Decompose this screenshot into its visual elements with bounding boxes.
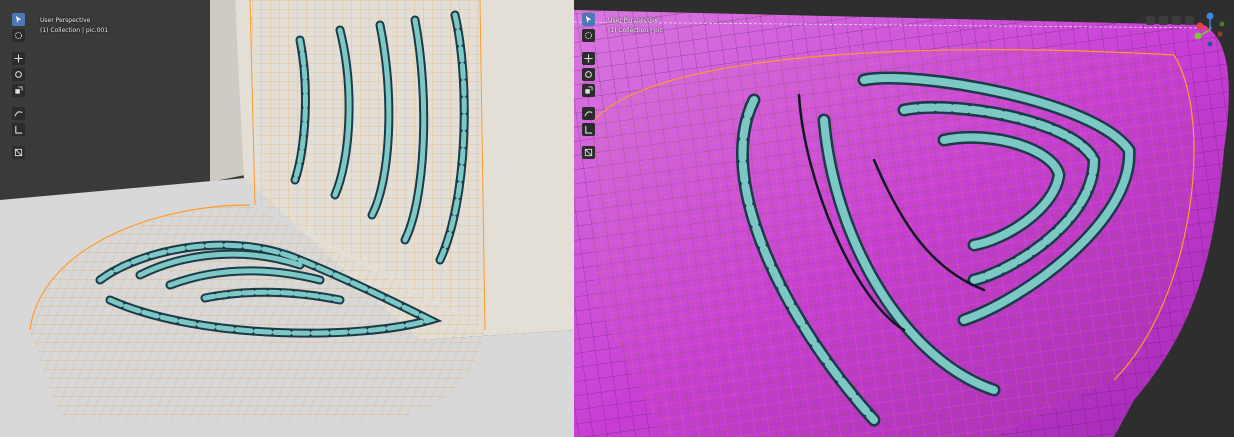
viewport-collection-label: (1) Collection | pic.001 bbox=[40, 27, 109, 34]
right-toolbar bbox=[582, 13, 595, 159]
right-3d-viewport[interactable]: User Perspective (1) Collection | pic bbox=[574, 0, 1234, 437]
select-box-icon[interactable] bbox=[582, 13, 595, 26]
viewport-collection-label: (1) Collection | pic bbox=[608, 27, 663, 34]
viewport-view-name: User Perspective bbox=[40, 17, 91, 24]
viewport-view-name: User Perspective bbox=[608, 17, 659, 24]
right-viewport-scene bbox=[574, 0, 1234, 437]
annotate-icon[interactable] bbox=[12, 107, 25, 120]
move-icon[interactable] bbox=[582, 52, 595, 65]
camera-view-icon[interactable] bbox=[1146, 16, 1155, 25]
measure-icon[interactable] bbox=[12, 123, 25, 136]
gizmo-x-axis-icon bbox=[1196, 22, 1204, 30]
select-box-icon[interactable] bbox=[12, 13, 25, 26]
rotate-icon[interactable] bbox=[582, 68, 595, 81]
orbit-icon[interactable] bbox=[1159, 16, 1168, 25]
left-viewport-scene bbox=[0, 0, 574, 437]
move-icon[interactable] bbox=[12, 52, 25, 65]
navigation-gizmo[interactable] bbox=[1192, 12, 1228, 48]
gizmo-z-axis-icon bbox=[1206, 12, 1214, 20]
cursor-icon[interactable] bbox=[582, 29, 595, 42]
measure-icon[interactable] bbox=[582, 123, 595, 136]
add-cube-icon[interactable] bbox=[582, 146, 595, 159]
left-3d-viewport[interactable]: User Perspective (1) Collection | pic.00… bbox=[0, 0, 574, 437]
pan-hand-icon[interactable] bbox=[1172, 16, 1181, 25]
left-toolbar bbox=[12, 13, 25, 159]
add-cube-icon[interactable] bbox=[12, 146, 25, 159]
cursor-icon[interactable] bbox=[12, 29, 25, 42]
scale-icon[interactable] bbox=[12, 84, 25, 97]
scale-icon[interactable] bbox=[582, 84, 595, 97]
annotate-icon[interactable] bbox=[582, 107, 595, 120]
gizmo-y-axis-icon bbox=[1194, 32, 1202, 40]
rotate-icon[interactable] bbox=[12, 68, 25, 81]
